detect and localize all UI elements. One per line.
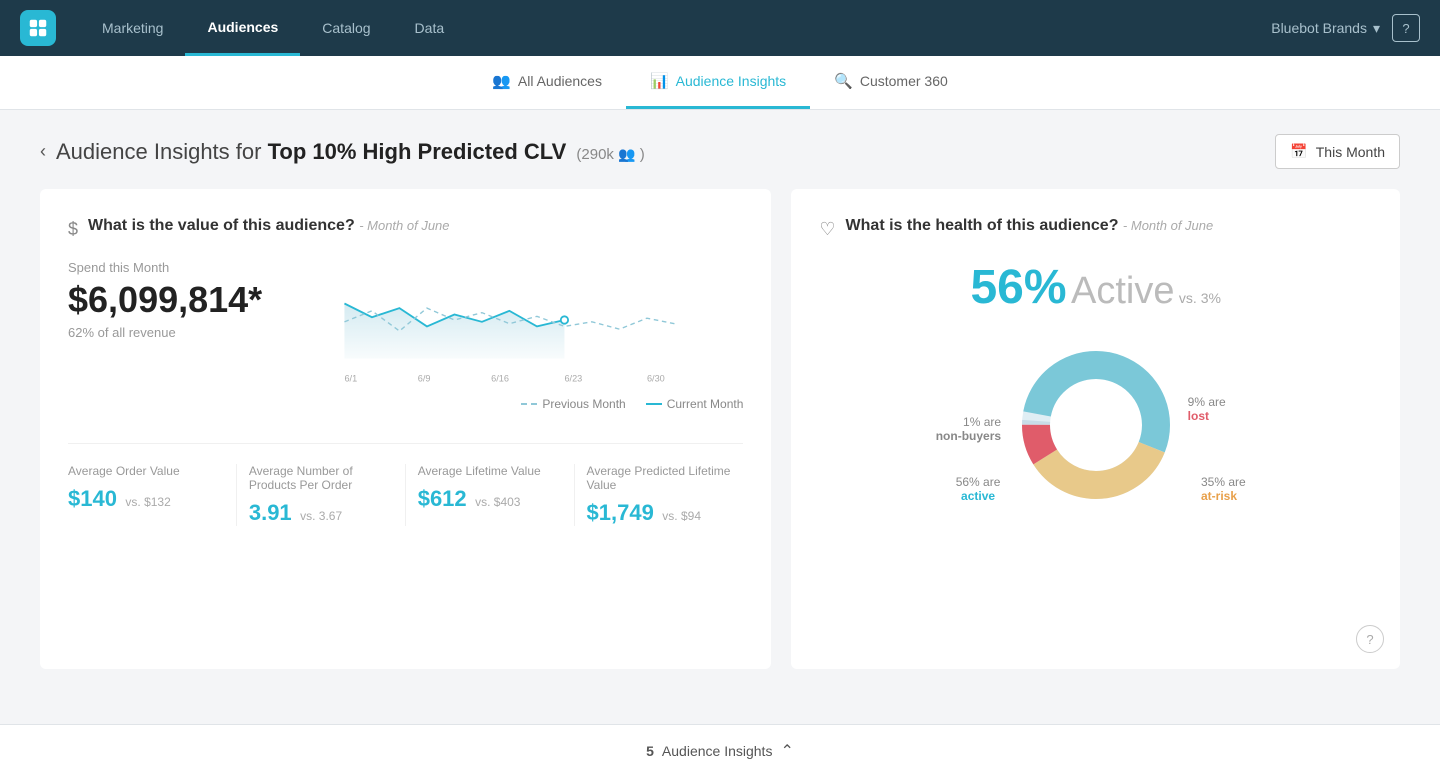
nav-marketing[interactable]: Marketing	[80, 0, 185, 56]
top-navigation: Marketing Audiences Catalog Data Bluebot…	[0, 0, 1440, 56]
line-chart-svg: 6/1 6/9 6/16 6/23 6/30	[294, 276, 743, 386]
page-content: ‹ Audience Insights for Top 10% High Pre…	[0, 110, 1440, 693]
svg-text:6/30: 6/30	[647, 373, 665, 383]
audience-count: (290k 👥 )	[576, 146, 644, 163]
metric-products: Average Number of Products Per Order 3.9…	[237, 464, 406, 526]
cards-row: $ What is the value of this audience? - …	[40, 189, 1400, 669]
chart-legend: Previous Month Current Month	[294, 397, 743, 411]
tab-customer-360[interactable]: 🔍 Customer 360	[810, 56, 972, 109]
page-title: Audience Insights for Top 10% High Predi…	[56, 139, 645, 165]
customer-360-icon: 🔍	[834, 72, 853, 90]
value-card-header: $ What is the value of this audience? - …	[68, 217, 743, 240]
bottom-bar[interactable]: 5 Audience Insights ⌃	[0, 724, 1440, 776]
topnav-right: Bluebot Brands ▾ ?	[1271, 14, 1420, 42]
nav-audiences[interactable]: Audiences	[185, 0, 300, 56]
donut-wrapper: 1% are non-buyers 56% are active 9% are …	[926, 335, 1266, 575]
legend-previous: Previous Month	[521, 397, 625, 411]
dollar-icon: $	[68, 219, 78, 240]
metric-pltv: Average Predicted Lifetime Value $1,749 …	[575, 464, 744, 526]
legend-current: Current Month	[646, 397, 744, 411]
help-button[interactable]: ?	[1392, 14, 1420, 42]
active-label-donut: 56% are active	[956, 475, 1001, 503]
svg-text:6/16: 6/16	[491, 373, 509, 383]
calendar-icon: 📅	[1290, 143, 1307, 160]
spend-chart: 6/1 6/9 6/16 6/23 6/30 Previous Month	[294, 276, 743, 411]
donut-chart-svg	[1016, 345, 1176, 505]
non-buyers-label: 1% are non-buyers	[936, 415, 1001, 443]
title-row: ‹ Audience Insights for Top 10% High Pre…	[40, 134, 1400, 169]
spend-block: Spend this Month $6,099,814* 62% of all …	[68, 260, 262, 340]
metrics-row: Average Order Value $140 vs. $132 Averag…	[68, 443, 743, 526]
all-audiences-icon: 👥	[492, 72, 511, 90]
tab-audience-insights[interactable]: 📊 Audience Insights	[626, 56, 810, 109]
chevron-up-icon: ⌃	[780, 741, 793, 761]
value-card: $ What is the value of this audience? - …	[40, 189, 771, 669]
svg-text:6/23: 6/23	[565, 373, 583, 383]
nav-data[interactable]: Data	[393, 0, 467, 56]
solid-line-icon	[646, 403, 662, 405]
metric-ltv: Average Lifetime Value $612 vs. $403	[406, 464, 575, 526]
svg-text:6/1: 6/1	[345, 373, 358, 383]
health-card: ♡ What is the health of this audience? -…	[791, 189, 1400, 669]
back-button[interactable]: ‹	[40, 141, 46, 162]
tab-all-audiences[interactable]: 👥 All Audiences	[468, 56, 626, 109]
active-headline: 56% Active vs. 3%	[819, 260, 1372, 315]
health-card-header: ♡ What is the health of this audience? -…	[819, 217, 1372, 240]
at-risk-label: 35% are at-risk	[1201, 475, 1246, 503]
title-row-left: ‹ Audience Insights for Top 10% High Pre…	[40, 139, 645, 165]
chevron-down-icon: ▾	[1373, 20, 1380, 37]
subtab-bar: 👥 All Audiences 📊 Audience Insights 🔍 Cu…	[0, 56, 1440, 110]
audience-insights-icon: 📊	[650, 72, 669, 90]
question-button[interactable]: ?	[1356, 625, 1384, 653]
donut-svg-container	[1016, 345, 1176, 510]
metric-aov: Average Order Value $140 vs. $132	[68, 464, 237, 526]
lost-label: 9% are lost	[1188, 395, 1226, 423]
audience-users-icon: 👥	[618, 146, 635, 162]
dashed-line-icon	[521, 403, 537, 405]
app-logo	[20, 10, 56, 46]
svg-text:6/9: 6/9	[418, 373, 431, 383]
brand-selector[interactable]: Bluebot Brands ▾	[1271, 20, 1380, 37]
heart-icon: ♡	[819, 219, 835, 240]
month-picker[interactable]: 📅 This Month	[1275, 134, 1400, 169]
nav-catalog[interactable]: Catalog	[300, 0, 392, 56]
